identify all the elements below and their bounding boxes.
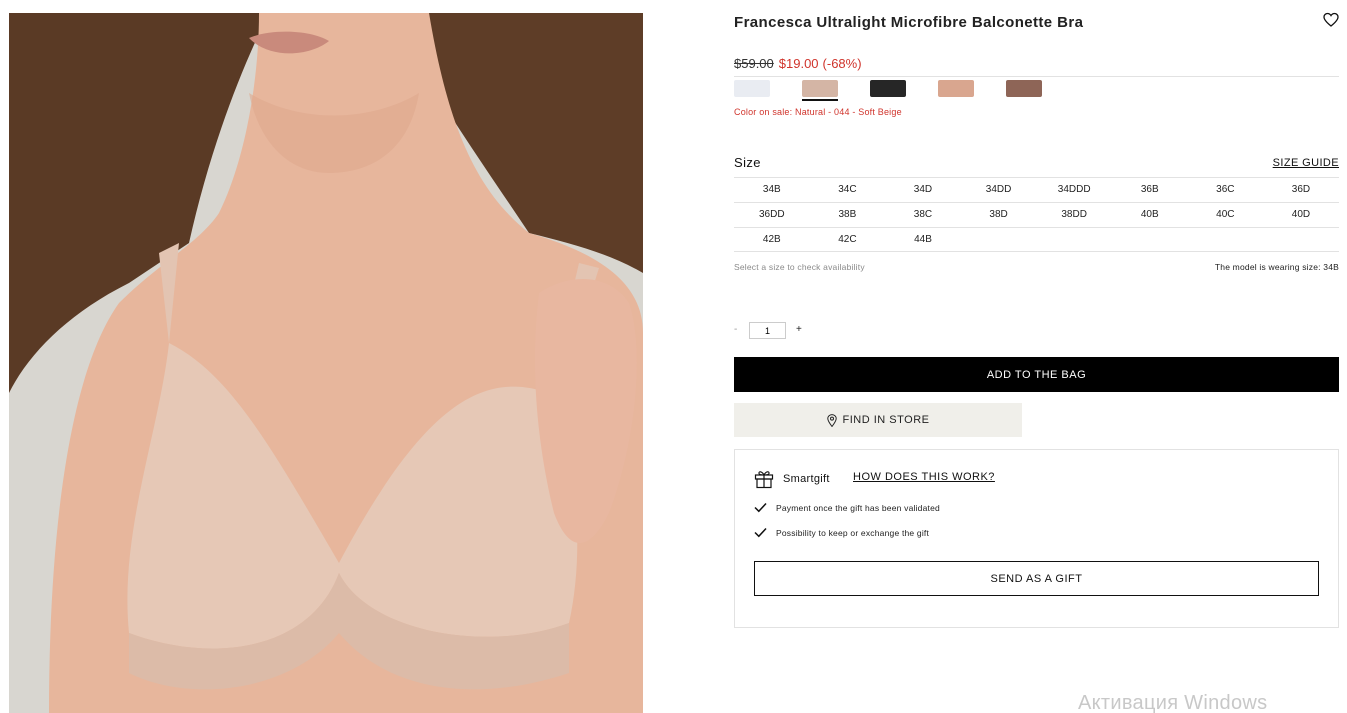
size-option[interactable]: 36B bbox=[1112, 178, 1188, 202]
product-image[interactable] bbox=[9, 13, 643, 713]
product-title: Francesca Ultralight Microfibre Balconet… bbox=[734, 14, 1084, 31]
quantity-decrease-button[interactable]: - bbox=[734, 324, 737, 335]
smartgift-title: Smartgift bbox=[783, 473, 830, 485]
how-does-this-work-link[interactable]: HOW DOES THIS WORK? bbox=[853, 471, 995, 483]
size-option[interactable]: 34B bbox=[734, 178, 810, 202]
model-size-note: The model is wearing size: 34B bbox=[1214, 262, 1339, 272]
size-option[interactable]: 36C bbox=[1188, 178, 1264, 202]
size-option[interactable]: 38C bbox=[885, 203, 961, 227]
gift-benefit-text: Possibility to keep or exchange the gift bbox=[776, 527, 930, 538]
size-option[interactable]: 42B bbox=[734, 228, 810, 251]
product-details-panel: Francesca Ultralight Microfibre Balconet… bbox=[734, 0, 1339, 713]
size-option[interactable]: 42C bbox=[810, 228, 886, 251]
heart-icon[interactable] bbox=[1323, 12, 1339, 28]
size-option[interactable]: 40D bbox=[1263, 203, 1339, 227]
gift-benefit: Payment once the gift has been validated bbox=[754, 502, 940, 513]
size-grid: 34B 34C 34D 34DD 34DDD 36B 36C 36D 36DD … bbox=[734, 177, 1339, 252]
location-pin-icon bbox=[826, 413, 837, 427]
find-in-store-button[interactable]: FIND IN STORE bbox=[734, 403, 1022, 437]
gift-benefit: Possibility to keep or exchange the gift bbox=[754, 527, 929, 538]
size-row: 34B 34C 34D 34DD 34DDD 36B 36C 36D bbox=[734, 177, 1339, 202]
size-option[interactable]: 38B bbox=[810, 203, 886, 227]
divider bbox=[734, 76, 1339, 77]
swatch-natural[interactable] bbox=[938, 80, 974, 97]
size-option[interactable]: 34DDD bbox=[1036, 178, 1112, 202]
price-row: $59.00 $19.00 (-68%) bbox=[734, 56, 862, 71]
swatch-mocha[interactable] bbox=[1006, 80, 1042, 97]
gift-benefit-text: Payment once the gift has been validated bbox=[776, 502, 940, 513]
swatch-black[interactable] bbox=[870, 80, 906, 97]
size-row: 42B 42C 44B bbox=[734, 227, 1339, 252]
add-to-bag-button[interactable]: ADD TO THE BAG bbox=[734, 357, 1339, 392]
quantity-increase-button[interactable]: + bbox=[796, 324, 802, 335]
size-option[interactable]: 38D bbox=[961, 203, 1037, 227]
size-option[interactable]: 34DD bbox=[961, 178, 1037, 202]
color-on-sale-text: Color on sale: Natural - 044 - Soft Beig… bbox=[734, 107, 902, 117]
size-option[interactable]: 40B bbox=[1112, 203, 1188, 227]
product-photo-illustration bbox=[9, 13, 643, 713]
send-as-gift-button[interactable]: SEND AS A GIFT bbox=[754, 561, 1319, 596]
quantity-input[interactable] bbox=[749, 322, 786, 339]
availability-hint: Select a size to check availability bbox=[734, 262, 865, 272]
size-option[interactable]: 34D bbox=[885, 178, 961, 202]
size-label: Size bbox=[734, 155, 761, 170]
size-option[interactable]: 36D bbox=[1263, 178, 1339, 202]
windows-activation-watermark: Активация Windows bbox=[1078, 692, 1268, 713]
size-option[interactable]: 38DD bbox=[1036, 203, 1112, 227]
swatch-white[interactable] bbox=[734, 80, 770, 97]
size-guide-link[interactable]: SIZE GUIDE bbox=[1273, 157, 1339, 169]
size-option[interactable]: 36DD bbox=[734, 203, 810, 227]
check-icon bbox=[754, 527, 767, 538]
swatch-soft-beige[interactable] bbox=[802, 80, 838, 101]
old-price: $59.00 bbox=[734, 56, 774, 71]
size-option[interactable]: 44B bbox=[885, 228, 961, 251]
gift-icon bbox=[754, 469, 774, 489]
smartgift-panel: Smartgift HOW DOES THIS WORK? Payment on… bbox=[734, 449, 1339, 628]
discount-badge: (-68%) bbox=[822, 56, 862, 71]
size-row: 36DD 38B 38C 38D 38DD 40B 40C 40D bbox=[734, 202, 1339, 227]
find-in-store-label: FIND IN STORE bbox=[842, 414, 930, 426]
size-option[interactable]: 40C bbox=[1188, 203, 1264, 227]
check-icon bbox=[754, 502, 767, 513]
sale-price: $19.00 bbox=[778, 56, 819, 71]
size-option[interactable]: 34C bbox=[810, 178, 886, 202]
